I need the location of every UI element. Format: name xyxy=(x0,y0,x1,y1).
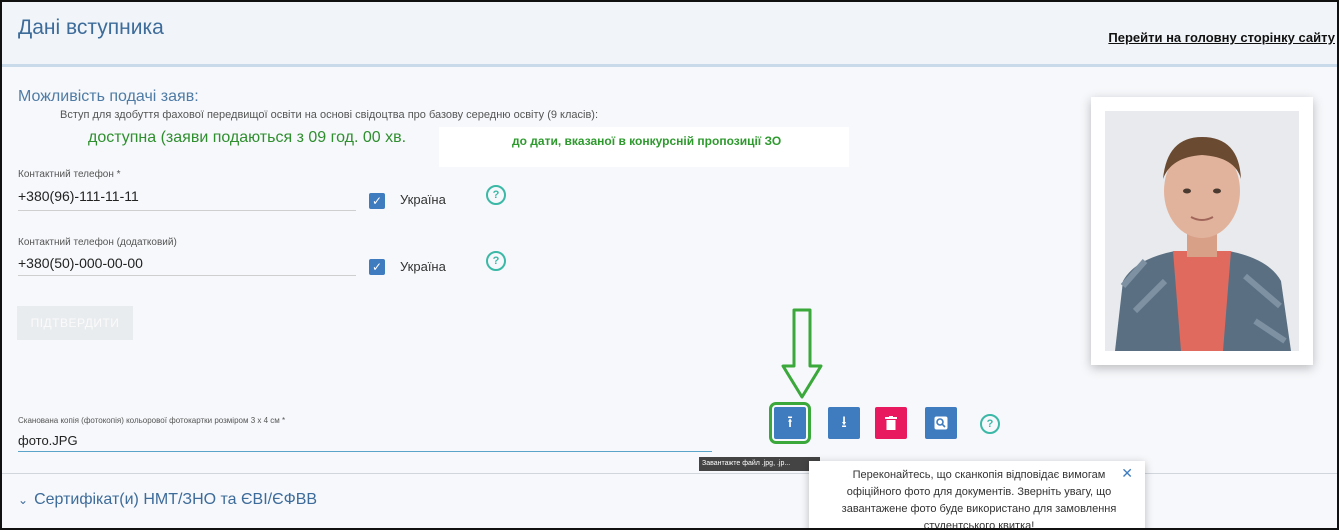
photo-requirements-popover: Переконайтесь, що сканкопія відповідає в… xyxy=(809,461,1145,530)
extra-phone-help-icon[interactable]: ? xyxy=(486,251,506,271)
close-icon[interactable]: ✕ xyxy=(1121,465,1133,482)
extra-phone-underline xyxy=(18,275,356,276)
phone-input[interactable]: +380(96)-111-11-11 xyxy=(18,188,139,204)
trash-icon xyxy=(885,416,897,430)
phone-underline xyxy=(18,210,356,211)
applicant-photo xyxy=(1105,111,1299,351)
page-header: Дані вступника Перейти на головну сторін… xyxy=(2,2,1337,67)
chevron-down-icon: ⌄ xyxy=(18,493,29,507)
search-icon xyxy=(934,416,948,430)
submission-section-title: Можливість подачі заяв: xyxy=(18,88,199,105)
delete-button[interactable] xyxy=(875,407,907,439)
admission-status: доступна (заяви подаються з 09 год. 00 х… xyxy=(88,129,407,146)
download-icon: ⭳ xyxy=(841,414,847,431)
extra-phone-input[interactable]: +380(50)-000-00-00 xyxy=(18,255,143,271)
certificates-section-toggle[interactable]: ⌄ Сертифікат(и) НМТ/ЗНО та ЄВІ/ЄФВВ xyxy=(18,491,317,509)
photo-help-icon[interactable]: ? xyxy=(980,414,1000,434)
upload-icon: ⭱ xyxy=(787,414,793,431)
applicant-data-panel: Дані вступника Перейти на головну сторін… xyxy=(0,0,1339,530)
applicant-photo-card xyxy=(1091,97,1313,365)
main-page-link[interactable]: Перейти на головну сторінку сайту xyxy=(1108,30,1335,45)
popover-text: Переконайтесь, що сканкопія відповідає в… xyxy=(841,469,1117,530)
photo-upload-label: Сканована копія (фотокопія) кольорової ф… xyxy=(18,416,286,425)
phone-country-checkbox[interactable]: ✓ xyxy=(369,193,385,209)
page-title: Дані вступника xyxy=(18,16,164,39)
upload-button[interactable]: ⭱ xyxy=(769,402,811,444)
extra-phone-country-checkbox[interactable]: ✓ xyxy=(369,259,385,275)
photo-upload-underline xyxy=(18,451,712,452)
phone-help-icon[interactable]: ? xyxy=(486,185,506,205)
arrow-down-icon xyxy=(780,308,824,405)
photo-file-input[interactable]: фото.JPG xyxy=(18,433,78,448)
preview-button[interactable] xyxy=(925,407,957,439)
admission-description: Вступ для здобуття фахової передвищої ос… xyxy=(60,109,599,121)
upload-tooltip: Завантажте файл .jpg, .jp... xyxy=(699,457,820,471)
phone-label: Контактний телефон * xyxy=(18,169,121,180)
admission-status-note: до дати, вказаної в конкурсній пропозиці… xyxy=(512,134,782,148)
download-button[interactable]: ⭳ xyxy=(828,407,860,439)
extra-phone-country-label: Україна xyxy=(400,259,446,274)
extra-phone-label: Контактний телефон (додатковий) xyxy=(18,237,177,248)
person-photo-illustration xyxy=(1105,111,1299,351)
phone-country-label: Україна xyxy=(400,192,446,207)
certificates-title: Сертифікат(и) НМТ/ЗНО та ЄВІ/ЄФВВ xyxy=(34,491,318,508)
confirm-button[interactable]: ПІДТВЕРДИТИ xyxy=(17,306,133,340)
